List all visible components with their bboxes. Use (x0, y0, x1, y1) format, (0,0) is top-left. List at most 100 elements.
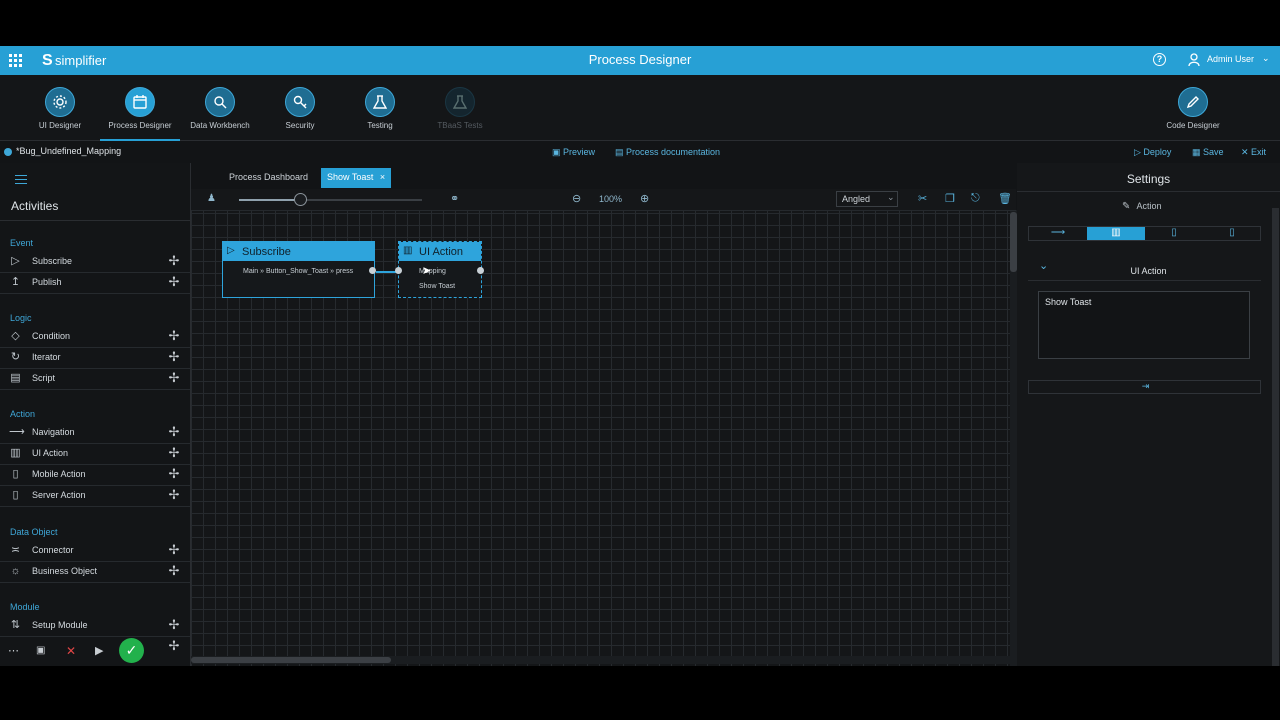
more-icon[interactable]: ⋯ (8, 644, 19, 657)
ui-action-node[interactable]: ▥ UI Action Mapping Show Toast (395, 241, 484, 298)
drag-move-icon[interactable]: ✢ (167, 639, 181, 653)
canvas-vertical-scrollbar[interactable] (1010, 210, 1017, 666)
activity-business-object[interactable]: ☼ Business Object ✢ (0, 561, 190, 583)
deploy-label: Deploy (1143, 147, 1172, 157)
activity-label: Server Action (32, 490, 86, 500)
flask-icon (445, 87, 475, 117)
activity-script[interactable]: ▤ Script ✢ (0, 368, 190, 390)
drag-move-icon[interactable]: ✢ (167, 446, 181, 460)
activity-condition[interactable]: ◇ Condition ✢ (0, 326, 190, 348)
help-icon[interactable]: ? (1153, 53, 1166, 66)
document-icon: ▤ (615, 147, 627, 157)
nav-code-designer[interactable]: Code Designer (1153, 75, 1233, 139)
node-header: ▥ UI Action (399, 242, 481, 261)
zoom-slider-handle[interactable] (294, 193, 307, 206)
drag-move-icon[interactable]: ✢ (167, 350, 181, 364)
zoom-slider[interactable] (239, 193, 422, 206)
drag-move-icon[interactable]: ✢ (167, 425, 181, 439)
drag-move-icon[interactable]: ✢ (167, 564, 181, 578)
activity-navigation[interactable]: ⟶ Navigation ✢ (0, 422, 190, 444)
activity-publish[interactable]: ↥ Publish ✢ (0, 272, 190, 294)
activity-label: Condition (32, 331, 71, 341)
process-status-icon (4, 148, 12, 156)
tab-show-toast[interactable]: Show Toast × (321, 168, 392, 188)
activity-setup-module[interactable]: ⇅ Setup Module ✢ (0, 615, 190, 637)
gear-cube-icon (45, 87, 75, 117)
activity-iterator[interactable]: ↻ Iterator ✢ (0, 347, 190, 369)
save-button[interactable]: ▦ Save (1192, 146, 1224, 158)
output-port[interactable] (369, 267, 376, 274)
activity-label: Business Object (32, 566, 98, 576)
subscribe-node[interactable]: ▷ Subscribe Main » Button_Show_Toast » p… (222, 241, 376, 298)
connector-style-select[interactable]: Angled ⌄ (836, 191, 898, 207)
compass-icon: ☼ (10, 565, 21, 577)
divider (0, 220, 190, 221)
scrollbar-thumb[interactable] (191, 657, 391, 663)
nav-testing[interactable]: Testing (340, 75, 420, 139)
zoom-in-icon[interactable]: ⊕ (640, 192, 649, 205)
camera-icon[interactable]: ▣ (36, 645, 45, 656)
tab-ui-action-layout-icon[interactable]: ▥ (1087, 227, 1145, 240)
user-name: Admin User (1207, 54, 1255, 64)
tab-navigation-arrow-icon[interactable]: ⟶ (1029, 227, 1087, 240)
settings-scrollbar[interactable] (1272, 208, 1279, 666)
nav-security[interactable]: Security (260, 75, 340, 139)
play-recording-icon[interactable]: ▶ (95, 644, 103, 657)
scrollbar-thumb[interactable] (1010, 212, 1017, 272)
user-lock-icon[interactable]: ♟ (207, 193, 216, 204)
tab-server-icon[interactable]: ▯ (1203, 227, 1261, 240)
play-icon: ▷ (227, 245, 235, 256)
nav-label: Process Designer (108, 121, 172, 130)
copy-icon[interactable]: ❐ (945, 192, 955, 205)
activity-server-action[interactable]: ▯ Server Action ✢ (0, 485, 190, 507)
exit-button[interactable]: ✕ Exit (1241, 146, 1266, 158)
cancel-recording-icon[interactable]: ✕ (66, 644, 76, 658)
delete-icon[interactable]: 🗑 (998, 192, 1012, 205)
settings-divider (1028, 280, 1261, 281)
zoom-out-icon[interactable]: ⊖ (572, 192, 581, 205)
tab-process-dashboard[interactable]: Process Dashboard (220, 168, 317, 186)
calendar-icon (125, 87, 155, 117)
action-label: Action (1136, 201, 1162, 211)
nav-data-workbench[interactable]: Data Workbench (180, 75, 260, 139)
arrow-right-icon: ⟶ (9, 426, 25, 438)
drag-move-icon[interactable]: ✢ (167, 329, 181, 343)
nav-process-designer[interactable]: Process Designer (100, 75, 180, 141)
process-documentation-link[interactable]: ▤ Process documentation (615, 146, 720, 158)
cut-icon[interactable]: ✂ (918, 192, 927, 205)
paste-icon[interactable]: ⎋ (971, 192, 980, 205)
drag-move-icon[interactable]: ✢ (167, 488, 181, 502)
sign-in-icon[interactable]: ⇥ (1029, 381, 1262, 392)
drag-move-icon[interactable]: ✢ (167, 467, 181, 481)
nav-ui-designer[interactable]: UI Designer (20, 75, 100, 139)
hamburger-menu-icon[interactable] (15, 175, 27, 184)
preview-link[interactable]: ▣ Preview (552, 146, 595, 158)
input-port[interactable] (395, 267, 402, 274)
node-title: Subscribe (242, 246, 291, 258)
output-port[interactable] (477, 267, 484, 274)
deploy-button[interactable]: ▷ Deploy (1134, 146, 1171, 158)
confirm-check-icon[interactable]: ✓ (119, 638, 144, 663)
drag-move-icon[interactable]: ✢ (167, 618, 181, 632)
section-module: Module (10, 602, 40, 612)
canvas-horizontal-scrollbar[interactable] (191, 656, 1010, 664)
activity-ui-action[interactable]: ▥ UI Action ✢ (0, 443, 190, 465)
activity-subscribe[interactable]: ▷ Subscribe ✢ (0, 251, 190, 273)
top-bar: S simplifier Process Designer ? Admin Us… (0, 46, 1280, 75)
close-tab-icon[interactable]: × (380, 172, 385, 182)
app-window: S simplifier Process Designer ? Admin Us… (0, 46, 1280, 666)
drag-move-icon[interactable]: ✢ (167, 543, 181, 557)
activity-connector[interactable]: ≍ Connector ✢ (0, 540, 190, 562)
recording-toolbar: ⋯ ▣ ✕ ▶ ✓ (3, 638, 148, 663)
activity-mobile-action[interactable]: ▯ Mobile Action ✢ (0, 464, 190, 486)
server-icon: ▯ (12, 489, 19, 501)
action-text-area[interactable]: Show Toast (1038, 291, 1250, 359)
drag-move-icon[interactable]: ✢ (167, 371, 181, 385)
node-title: UI Action (419, 246, 464, 258)
user-menu[interactable]: Admin User ⌄ (1188, 53, 1274, 67)
drag-move-icon[interactable]: ✢ (167, 254, 181, 268)
tab-mobile-icon[interactable]: ▯ (1145, 227, 1203, 240)
key-icon (285, 87, 315, 117)
drag-move-icon[interactable]: ✢ (167, 275, 181, 289)
link-icon[interactable]: ⚭ (450, 192, 459, 205)
